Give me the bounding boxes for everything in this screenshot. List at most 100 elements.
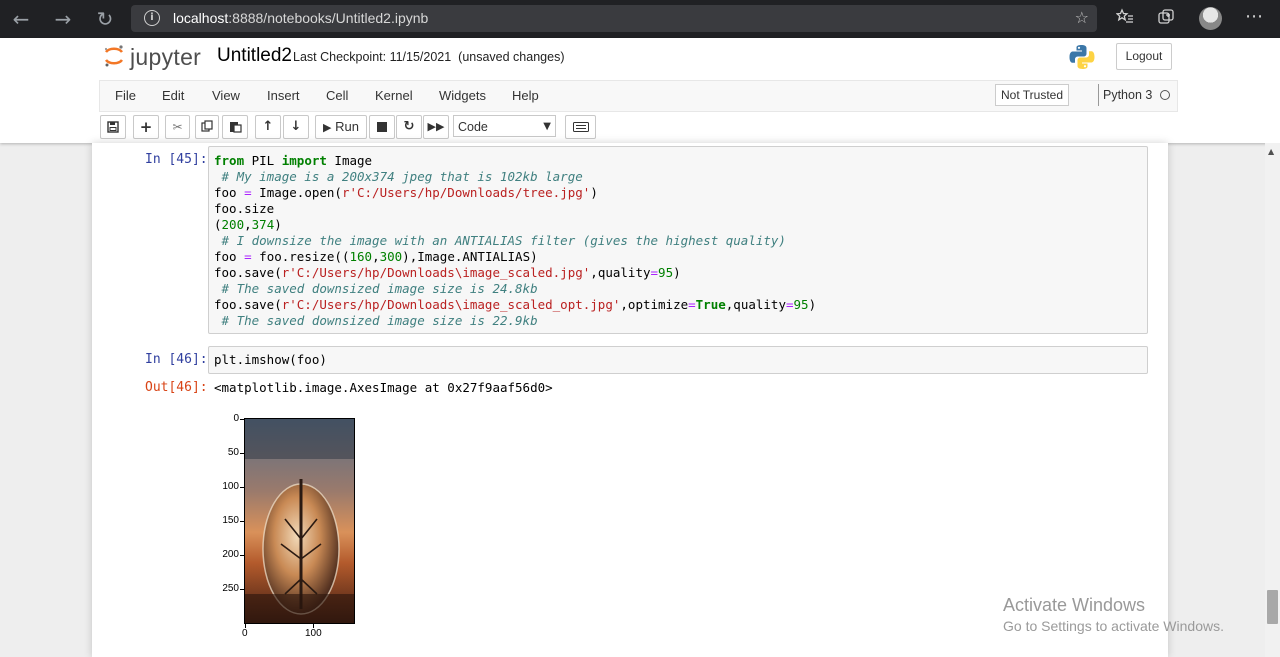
back-icon[interactable]: ← <box>9 7 33 31</box>
browser-toolbar: ← → ↻ i localhost:8888/notebooks/Untitle… <box>0 0 1280 38</box>
code-line-4: foo.size <box>214 201 275 216</box>
menu-insert[interactable]: Insert <box>267 88 300 103</box>
menu-edit[interactable]: Edit <box>162 88 184 103</box>
jupyter-logo-text[interactable]: jupyter <box>130 44 201 71</box>
address-bar[interactable]: i localhost:8888/notebooks/Untitled2.ipy… <box>131 5 1097 32</box>
restart-icon: ↻ <box>403 119 415 134</box>
reload-icon[interactable]: ↻ <box>93 7 117 31</box>
y-tick-mark <box>240 521 244 522</box>
menu-help[interactable]: Help <box>512 88 539 103</box>
y-tick-label: 50 <box>227 447 239 458</box>
cell2-output-prompt: Out[46]: <box>145 380 208 395</box>
crystal-ball-image <box>245 419 354 623</box>
url-path: :8888/notebooks/Untitled2.ipynb <box>228 10 429 26</box>
y-tick-label: 200 <box>222 549 239 560</box>
notebook-toolbar: + ✂ ↑ ↓ ▶ Run ↻ ▶▶ Code ▼ <box>0 113 1280 141</box>
code-line-3: foo = Image.open(r'C:/Users/hp/Downloads… <box>214 185 598 200</box>
notebook-name[interactable]: Untitled2 <box>217 45 292 67</box>
scrollbar-thumb[interactable] <box>1267 590 1278 624</box>
kernel-idle-indicator-icon <box>1160 90 1170 100</box>
run-button[interactable]: ▶ Run <box>315 115 367 139</box>
cell2-code-editor[interactable]: plt.imshow(foo) <box>208 346 1148 374</box>
play-icon: ▶ <box>323 122 332 134</box>
x-tick-label: 100 <box>305 628 322 639</box>
copy-icon <box>200 120 213 132</box>
code-line-8: foo.save(r'C:/Users/hp/Downloads\image_s… <box>214 265 681 280</box>
y-tick-label: 0 <box>233 413 239 424</box>
code-line-10: foo.save(r'C:/Users/hp/Downloads\image_s… <box>214 297 817 312</box>
more-icon[interactable]: ⋯ <box>1245 6 1263 27</box>
menu-widgets[interactable]: Widgets <box>439 88 486 103</box>
paste-button[interactable] <box>222 115 248 139</box>
save-icon <box>107 121 119 133</box>
cell1-input-prompt: In [45]: <box>145 152 208 167</box>
collections-icon[interactable] <box>1157 8 1175 30</box>
command-palette-button[interactable] <box>565 115 596 139</box>
cell1-code-editor[interactable]: from PIL import Image # My image is a 20… <box>208 146 1148 334</box>
y-tick-mark <box>240 589 244 590</box>
paste-icon <box>229 122 242 133</box>
code-line-11: # The saved downsized image size is 22.9… <box>214 313 538 328</box>
move-down-button[interactable]: ↓ <box>283 115 309 139</box>
logout-button[interactable]: Logout <box>1116 43 1172 70</box>
menu-view[interactable]: View <box>212 88 240 103</box>
y-tick-mark <box>240 555 244 556</box>
scroll-up-icon[interactable]: ▲ <box>1268 147 1274 156</box>
code-line-1: from PIL import Image <box>214 153 373 168</box>
keyboard-icon <box>572 122 589 132</box>
y-tick-label: 250 <box>222 583 239 594</box>
y-tick-label: 100 <box>222 481 239 492</box>
cell-type-value: Code <box>458 120 488 134</box>
cell2-input-prompt: In [46]: <box>145 352 208 367</box>
cell2-code-line: plt.imshow(foo) <box>214 352 327 367</box>
y-tick-mark <box>240 487 244 488</box>
run-label: Run <box>335 119 359 134</box>
cell2-output-text: <matplotlib.image.AxesImage at 0x27f9aaf… <box>214 380 553 395</box>
save-button[interactable] <box>100 115 126 139</box>
menu-kernel[interactable]: Kernel <box>375 88 413 103</box>
jupyter-header: jupyter Untitled2 Last Checkpoint: 11/15… <box>0 38 1280 143</box>
python-logo-icon <box>1069 45 1095 69</box>
code-line-2: # My image is a 200x374 jpeg that is 102… <box>214 169 583 184</box>
site-info-icon[interactable]: i <box>144 10 160 26</box>
forward-icon[interactable]: → <box>51 7 75 31</box>
cut-button[interactable]: ✂ <box>165 115 190 139</box>
cell-type-select[interactable]: Code ▼ <box>453 115 556 137</box>
trust-status-button[interactable]: Not Trusted <box>995 84 1070 106</box>
favorites-icon[interactable] <box>1115 8 1134 30</box>
kernel-name: Python 3 <box>1103 88 1153 102</box>
y-tick-mark <box>240 419 244 420</box>
chevron-down-icon: ▼ <box>543 121 551 132</box>
checkpoint-status: Last Checkpoint: 11/15/2021 (unsaved cha… <box>293 50 565 64</box>
activate-windows-subtitle: Go to Settings to activate Windows. <box>1003 618 1224 634</box>
code-line-6: # I downsize the image with an ANTIALIAS… <box>214 233 786 248</box>
jupyter-logo-icon[interactable] <box>103 44 125 68</box>
profile-avatar[interactable] <box>1199 7 1222 30</box>
menu-cell[interactable]: Cell <box>326 88 348 103</box>
page-scrollbar[interactable]: ▲ <box>1265 143 1280 657</box>
plot-image-area <box>244 418 355 624</box>
stop-icon <box>377 122 387 132</box>
move-up-button[interactable]: ↑ <box>255 115 281 139</box>
fast-forward-icon: ▶▶ <box>427 120 445 133</box>
code-line-9: # The saved downsized image size is 24.8… <box>214 281 538 296</box>
menu-bar: File Edit View Insert Cell Kernel Widget… <box>99 80 1178 112</box>
copy-button[interactable] <box>195 115 219 139</box>
activate-windows-title: Activate Windows <box>1003 595 1146 615</box>
x-tick-label: 0 <box>242 628 248 639</box>
y-tick-label: 150 <box>222 515 239 526</box>
scissors-icon: ✂ <box>172 120 183 134</box>
url-host: localhost <box>173 10 229 26</box>
insert-cell-button[interactable]: + <box>133 115 159 139</box>
menu-file[interactable]: File <box>115 88 136 103</box>
restart-button[interactable]: ↻ <box>396 115 422 139</box>
interrupt-button[interactable] <box>369 115 395 139</box>
plus-icon: + <box>139 118 153 136</box>
arrow-down-icon: ↓ <box>290 119 302 134</box>
url-text[interactable]: localhost:8888/notebooks/Untitled2.ipynb <box>173 10 428 26</box>
code-line-7: foo = foo.resize((160,300),Image.ANTIALI… <box>214 249 538 264</box>
restart-run-all-button[interactable]: ▶▶ <box>423 115 449 139</box>
y-tick-mark <box>240 453 244 454</box>
favorite-star-icon[interactable]: ☆ <box>1075 8 1089 27</box>
code-line-5: (200,374) <box>214 217 282 232</box>
